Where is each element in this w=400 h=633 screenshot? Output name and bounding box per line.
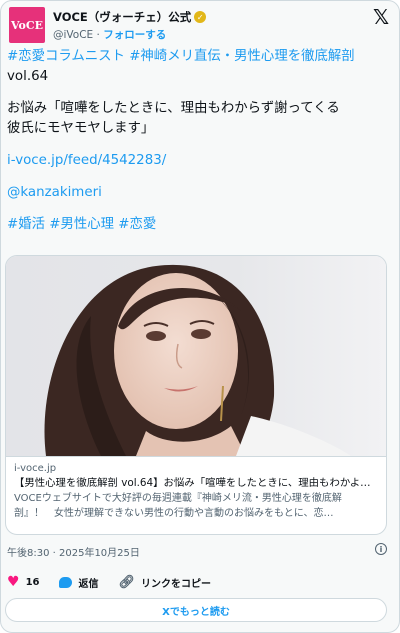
- verified-badge-icon: ✓: [194, 11, 207, 23]
- post-link[interactable]: i-voce.jp/feed/4542283/: [7, 151, 395, 171]
- author-name-row[interactable]: VOCE（ヴォーチェ）公式 ✓: [53, 9, 207, 25]
- post-line-vol: vol.64: [7, 69, 49, 84]
- portrait-image-icon: [6, 256, 386, 456]
- preview-domain: i-voce.jp: [14, 463, 57, 474]
- post-timestamp[interactable]: 午後8:30 · 2025年10月25日: [7, 544, 140, 559]
- action-bar: ♥ 16 返信 🔗︎ リンクをコピー: [7, 573, 231, 591]
- like-count: 16: [25, 576, 40, 588]
- reply-button[interactable]: 返信: [59, 575, 98, 590]
- heart-icon: ♥: [7, 574, 20, 590]
- follow-button[interactable]: フォローする: [103, 29, 166, 41]
- info-icon[interactable]: i: [375, 543, 387, 555]
- x-logo-icon[interactable]: 𝕏: [371, 7, 391, 27]
- preview-image[interactable]: [6, 256, 386, 456]
- handle-row: @iVoCE · フォローする: [53, 27, 166, 41]
- author-handle[interactable]: @iVoCE: [53, 29, 93, 41]
- like-button[interactable]: ♥ 16: [7, 574, 39, 590]
- read-more-on-x-button[interactable]: Xでもっと読む: [5, 598, 387, 622]
- post-header: VoCE VOCE（ヴォーチェ）公式 ✓ @iVoCE · フォローする 𝕏: [9, 7, 393, 45]
- preview-description-line-2: 剖』！ 女性が理解できない男性の行動や言動のお悩みをもとに、恋…: [14, 508, 334, 519]
- link-icon: 🔗︎: [118, 574, 135, 590]
- copy-link-button[interactable]: 🔗︎ リンクをコピー: [118, 575, 211, 590]
- post-line-question-1: お悩み「喧嘩をしたときに、理由もわからず謝ってくる: [7, 101, 340, 116]
- embedded-post-card: VoCE VOCE（ヴォーチェ）公式 ✓ @iVoCE · フォローする 𝕏 #…: [0, 0, 400, 633]
- reply-label: 返信: [78, 578, 99, 590]
- post-line-question-2: 彼氏にモヤモヤします」: [7, 121, 155, 136]
- copy-link-label: リンクをコピー: [141, 578, 211, 590]
- preview-title: 【男性心理を徹底解剖 vol.64】お悩み「喧嘩をしたときに、理由もわかよ…: [14, 477, 371, 489]
- separator: ·: [96, 29, 100, 41]
- preview-meta[interactable]: i-voce.jp 【男性心理を徹底解剖 vol.64】お悩み「喧嘩をしたときに…: [6, 456, 386, 534]
- post-text: #恋愛コラムニスト #神崎メリ直伝・男性心理を徹底解剖 vol.64 お悩み「喧…: [7, 47, 395, 235]
- hashtags-line-1[interactable]: #恋愛コラムニスト #神崎メリ直伝・男性心理を徹底解剖: [7, 47, 395, 67]
- avatar[interactable]: VoCE: [9, 7, 45, 43]
- reply-bubble-icon: [59, 576, 73, 588]
- preview-description-line-1: VOCEウェブサイトで大好評の毎週連載『神崎メリ流・男性心理を徹底解: [14, 493, 342, 504]
- mention-link[interactable]: @kanzakimeri: [7, 183, 395, 203]
- author-name[interactable]: VOCE（ヴォーチェ）公式: [53, 9, 191, 25]
- hashtags-line-2[interactable]: #婚活 #男性心理 #恋愛: [7, 215, 395, 235]
- link-preview-card[interactable]: i-voce.jp 【男性心理を徹底解剖 vol.64】お悩み「喧嘩をしたときに…: [5, 255, 387, 535]
